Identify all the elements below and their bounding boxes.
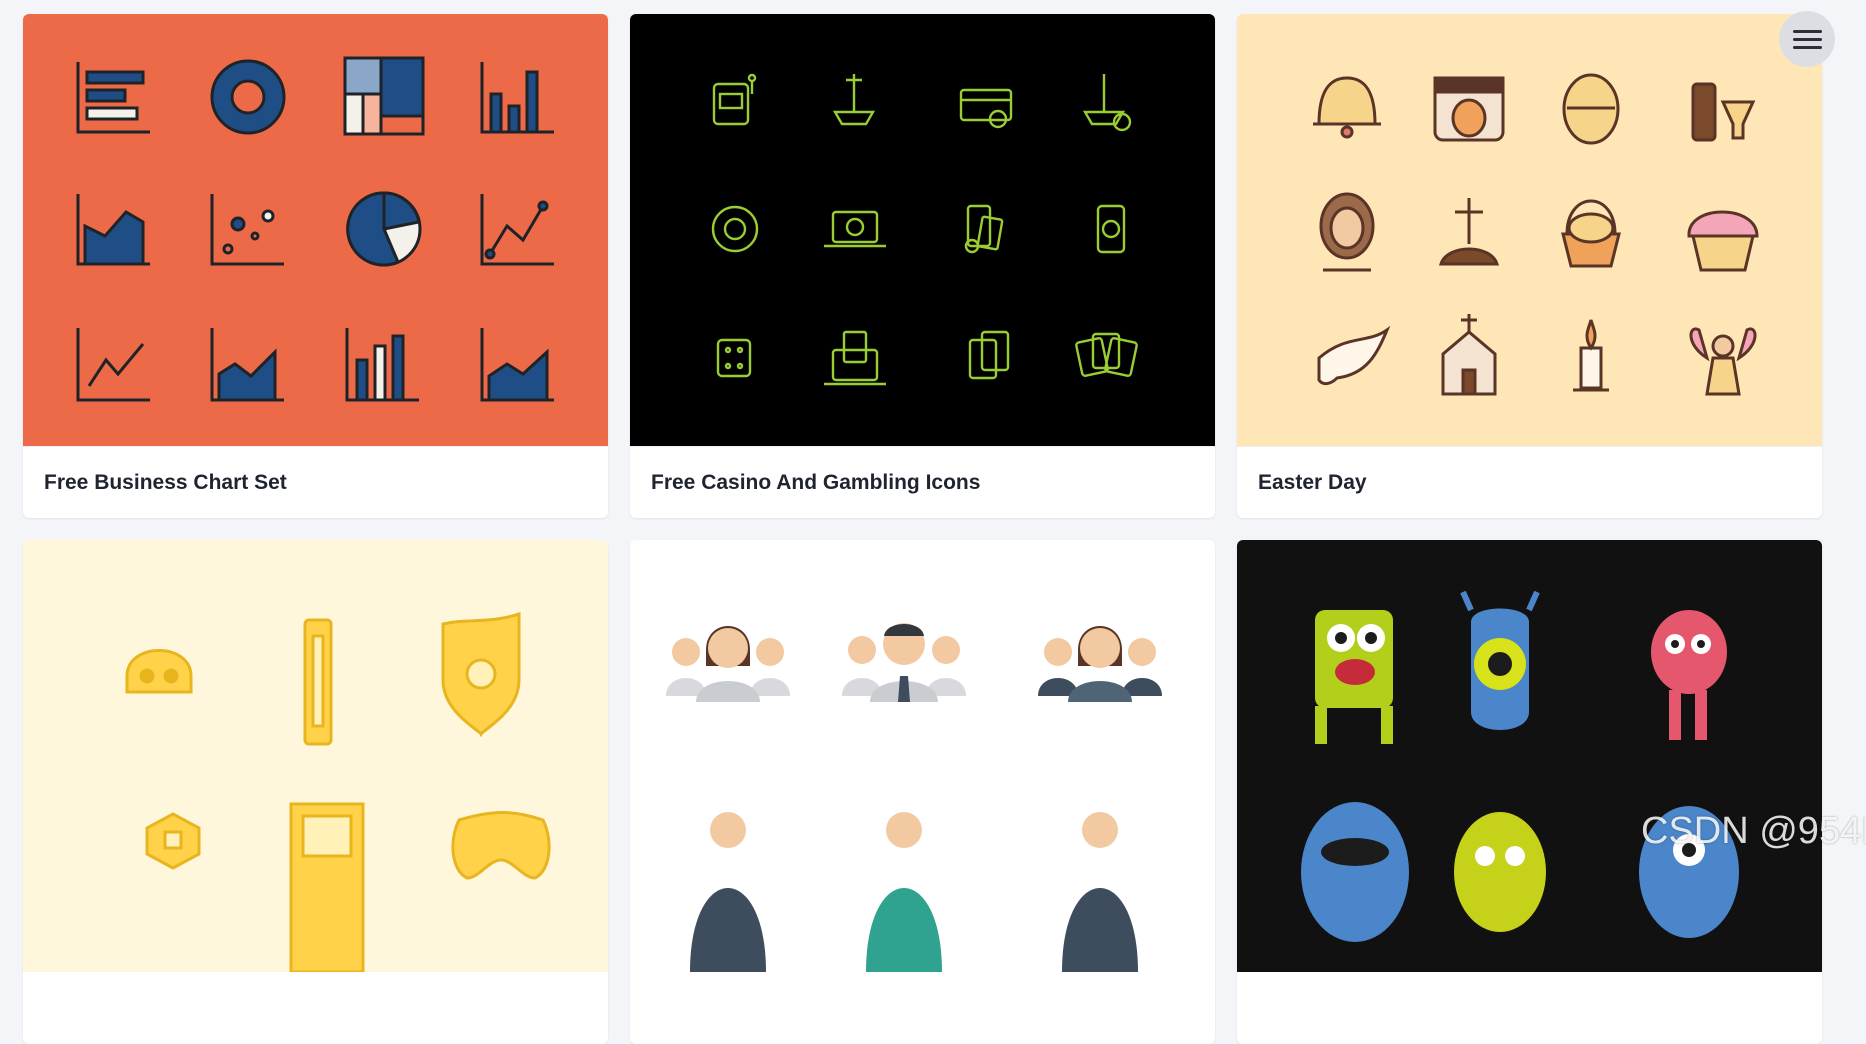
donut-chart-icon bbox=[210, 59, 286, 135]
green-monster-icon bbox=[1315, 610, 1393, 744]
phone-chip-icon bbox=[1096, 204, 1126, 254]
church-icon bbox=[1441, 314, 1497, 396]
gaming-icons bbox=[125, 611, 551, 972]
watermark: CSDN @954L bbox=[1641, 810, 1866, 852]
calendar-egg-icon bbox=[1433, 76, 1505, 142]
bar-chart-vertical-icon bbox=[345, 328, 419, 402]
hamburger-menu-button[interactable] bbox=[1779, 11, 1835, 67]
area-line-icon bbox=[480, 328, 554, 402]
candle-icon bbox=[1573, 319, 1609, 392]
card-thumbnail bbox=[1237, 14, 1822, 446]
card-monster-icons[interactable] bbox=[1237, 540, 1822, 1044]
card-people-group-icons[interactable] bbox=[630, 540, 1215, 1044]
treemap-icon bbox=[343, 56, 425, 136]
console-tower-icon bbox=[303, 618, 333, 746]
arcade-machine-icon bbox=[289, 802, 365, 972]
pie-chart-icon bbox=[346, 191, 422, 267]
bar-chart-horizontal-icon bbox=[76, 62, 150, 134]
group-women-icon bbox=[666, 626, 790, 702]
area-chart-icon bbox=[76, 194, 150, 266]
shield-icon bbox=[441, 611, 521, 738]
angel-icon bbox=[1689, 327, 1757, 396]
pink-monster-icon bbox=[1651, 610, 1727, 740]
group-men-icon bbox=[842, 623, 966, 702]
hamburger-menu-icon bbox=[1792, 29, 1822, 33]
dice-icon bbox=[716, 338, 752, 378]
card-title[interactable]: Easter Day bbox=[1237, 446, 1822, 518]
hexagon-coin-icon bbox=[145, 812, 201, 870]
card-free-casino-and-gambling-icons[interactable]: Free Casino And Gambling Icons bbox=[630, 14, 1215, 518]
jesus-icon bbox=[1319, 192, 1375, 272]
area-trend-icon bbox=[210, 328, 284, 402]
group-business-women-icon bbox=[1038, 626, 1162, 702]
bell-icon bbox=[1313, 76, 1381, 139]
roulette-chip-icon bbox=[711, 205, 759, 253]
card-easter-day[interactable]: Easter Day bbox=[1237, 14, 1822, 518]
card-thumbnail bbox=[630, 540, 1215, 972]
stacked-bar-chart-icon bbox=[480, 62, 554, 134]
credit-card-chip-icon bbox=[959, 88, 1013, 129]
dove-icon bbox=[1317, 325, 1391, 386]
monster-icons bbox=[1301, 590, 1739, 942]
card-thumbnail bbox=[23, 540, 608, 972]
casino-icons bbox=[711, 73, 1138, 386]
trend-line-icon bbox=[76, 328, 150, 402]
card-title[interactable]: Free Business Chart Set bbox=[23, 446, 608, 518]
card-thumbnail bbox=[1237, 540, 1822, 972]
card-thumbnail bbox=[630, 14, 1215, 446]
icon-set-grid: Free Business Chart Set Free Casino And … bbox=[23, 14, 1822, 1044]
card-hand-icon bbox=[1075, 332, 1138, 377]
playing-cards-icon bbox=[968, 330, 1010, 380]
skull-icon bbox=[125, 649, 193, 694]
cupcake-stand-icon bbox=[832, 74, 876, 126]
laptop-casino-icon bbox=[824, 210, 886, 248]
card-thumbnail bbox=[23, 14, 608, 446]
scatter-chart-icon bbox=[210, 194, 284, 266]
business-chart-icons bbox=[76, 56, 554, 402]
wine-chalice-icon bbox=[1691, 82, 1756, 142]
poker-table-icon bbox=[1082, 74, 1132, 132]
line-chart-icon bbox=[480, 194, 554, 266]
gamepad-icon bbox=[451, 811, 551, 880]
easter-icons bbox=[1313, 73, 1759, 396]
people-group-icons bbox=[666, 623, 1162, 972]
cupcake-icon bbox=[1687, 210, 1759, 272]
easter-egg-icon bbox=[1562, 73, 1620, 145]
phone-cards-icon bbox=[964, 204, 1004, 254]
card-title[interactable]: Free Casino And Gambling Icons bbox=[630, 446, 1215, 518]
card-gaming-icons[interactable] bbox=[23, 540, 608, 1044]
blue-cyclops-monster-icon bbox=[1460, 590, 1540, 730]
cross-grave-icon bbox=[1438, 198, 1500, 266]
laptop-card-icon bbox=[824, 330, 886, 386]
slot-machine-icon bbox=[712, 73, 757, 126]
group-row-two-icons bbox=[690, 812, 1138, 972]
easter-basket-icon bbox=[1561, 199, 1621, 268]
card-free-business-chart-set[interactable]: Free Business Chart Set bbox=[23, 14, 608, 518]
